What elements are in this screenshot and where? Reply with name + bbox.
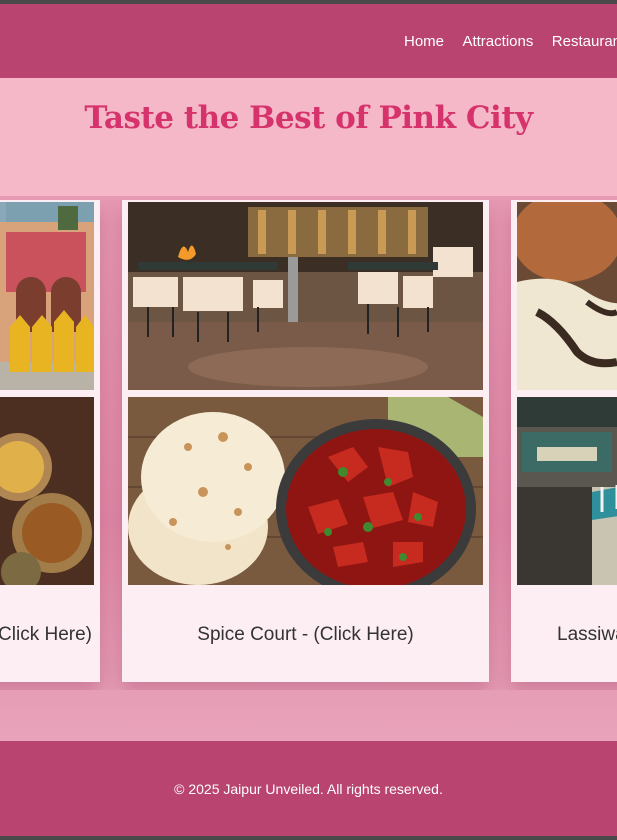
site-header: Home Attractions Restaurants [0, 4, 617, 78]
restaurant-card-left[interactable]: - (Click Here) [0, 200, 100, 682]
restaurant-card-spice-court[interactable]: Spice Court - (Click Here) [122, 200, 489, 682]
window-bottom-edge [0, 836, 617, 840]
site-footer: © 2025 Jaipur Unveiled. All rights reser… [0, 741, 617, 836]
lassiwala-shop-image [517, 397, 617, 585]
restaurant-carousel: - (Click Here) [0, 200, 617, 690]
restaurant-exterior-image [0, 202, 94, 390]
main-nav: Home Attractions Restaurants [404, 33, 617, 51]
copyright-text: © 2025 Jaipur Unveiled. All rights reser… [174, 780, 443, 797]
curry-naan-dish-image [128, 397, 483, 585]
lassi-cup-image [517, 202, 617, 390]
thali-dish-image [0, 397, 94, 585]
restaurant-dining-area-image [128, 202, 483, 390]
restaurant-card-right-label: Lassiwala - (Click Here) [557, 624, 617, 645]
nav-link-attractions[interactable]: Attractions [462, 33, 533, 50]
page-title: Taste the Best of Pink City [84, 100, 533, 136]
restaurant-card-left-label: - (Click Here) [0, 624, 92, 645]
nav-link-restaurants[interactable]: Restaurants [552, 33, 617, 50]
restaurant-card-spice-court-label: Spice Court - (Click Here) [197, 624, 414, 645]
nav-link-home[interactable]: Home [404, 33, 444, 50]
restaurant-card-right[interactable]: Lassiwala - (Click Here) [511, 200, 617, 682]
